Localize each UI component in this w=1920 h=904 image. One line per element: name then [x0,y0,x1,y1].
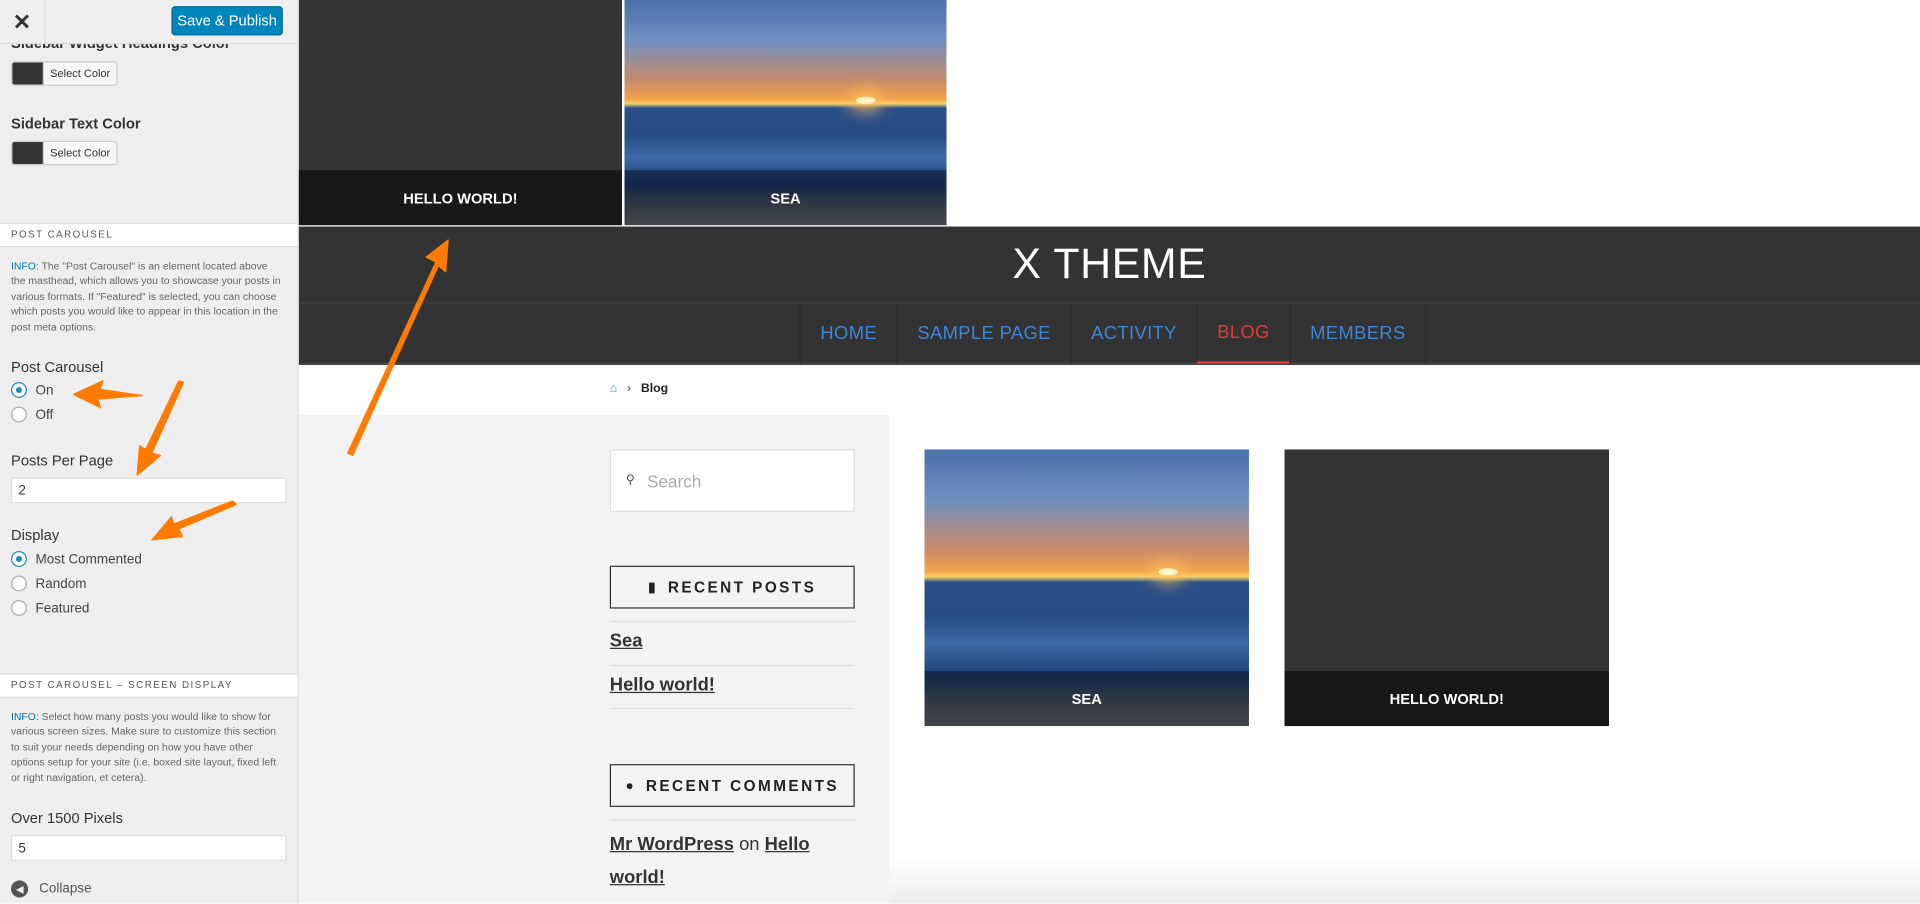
radio-checked-icon [11,382,27,398]
breadcrumb-current: Blog [640,382,669,396]
comments-icon: ● [625,778,637,793]
sun-glow [856,96,876,105]
radio-label: Random [35,576,87,591]
collapse-label: Collapse [39,881,92,897]
search-placeholder: Search [646,470,702,491]
sidebar-text-color-label: Sidebar Text Color [11,115,141,133]
nav-members[interactable]: MEMBERS [1289,303,1427,364]
carousel-item-sea[interactable]: SEA [624,0,947,226]
radio-label: Featured [35,600,90,616]
radio-featured[interactable]: Featured [11,600,89,616]
navbar: HOME SAMPLE PAGE ACTIVITY BLOG MEMBERS [298,302,1920,365]
collapse-button[interactable]: ◀ Collapse [11,880,92,898]
post-card-hello-world[interactable]: HELLO WORLD! [1284,449,1609,727]
recent-post-link-sea[interactable]: Sea [610,631,643,652]
home-icon[interactable]: ⌂ [610,382,617,395]
select-color-label: Select Color [42,142,116,165]
post-card-title: HELLO WORLD! [1284,671,1609,727]
bottom-shadow [888,857,1920,904]
radio-unchecked-icon [11,600,27,616]
radio-carousel-on[interactable]: On [11,382,53,398]
divider [609,664,855,667]
info-text: The "Post Carousel" is an element locate… [11,259,281,333]
nav-home[interactable]: HOME [799,303,897,364]
color-swatch [12,62,43,85]
nav-sample-page[interactable]: SAMPLE PAGE [896,303,1071,364]
primary-nav: HOME SAMPLE PAGE ACTIVITY BLOG MEMBERS [799,303,1427,364]
divider [609,707,855,709]
display-label: Display [11,526,60,544]
recent-comments-heading: ● RECENT COMMENTS [609,764,855,807]
info-tag: INFO: [11,259,39,272]
radio-unchecked-icon [11,575,27,592]
search-icon: ⚲ [625,473,635,488]
divider [609,819,855,821]
widget-headings-color-picker[interactable]: Select Color [11,61,118,86]
info-tag: INFO: [11,710,39,723]
sun-glow [1158,568,1178,576]
nav-activity[interactable]: ACTIVITY [1070,303,1196,364]
posts-per-page-input[interactable] [11,477,287,504]
posts-per-page-label: Posts Per Page [11,451,114,469]
post-card-title: SEA [924,671,1249,727]
info-text: Select how many posts you would like to … [11,710,277,784]
post-carousel-info: INFO: The "Post Carousel" is an element … [11,258,283,334]
recent-post-link-hello-world[interactable]: Hello world! [610,675,715,696]
site-preview: HELLO WORLD! SEA X THEME HOME SAMPLE PAG… [298,0,1920,904]
radio-label: Off [35,407,54,422]
customizer-sidebar: ✕ Save & Publish Sidebar Widget Headings… [0,0,299,904]
nav-blog[interactable]: BLOG [1196,303,1290,364]
carousel-item-title: SEA [624,170,947,226]
search-field[interactable]: ⚲ Search [609,449,855,512]
site-title[interactable]: X THEME [1012,240,1206,289]
radio-random[interactable]: Random [11,575,87,592]
screen: ✕ Save & Publish Sidebar Widget Headings… [0,0,1920,904]
carousel-item-title: HELLO WORLD! [298,170,623,226]
save-publish-button[interactable]: Save & Publish [171,6,283,36]
post-carousel-section-header[interactable]: POST CAROUSEL [0,222,298,248]
color-swatch [12,142,43,165]
radio-label: Most Commented [35,551,142,567]
over-1500-input[interactable] [11,835,287,861]
comment-author-link[interactable]: Mr WordPress [610,834,734,855]
recent-comments-title: RECENT COMMENTS [645,776,840,795]
customizer-header: ✕ Save & Publish [0,0,298,45]
book-icon: ▮ [648,580,659,596]
screen-display-info: INFO: Select how many posts you would li… [11,709,283,785]
over-1500-label: Over 1500 Pixels [11,809,123,827]
divider [609,620,855,623]
close-icon[interactable]: ✕ [0,0,46,45]
radio-unchecked-icon [11,406,27,423]
radio-most-commented[interactable]: Most Commented [11,551,142,567]
recent-comment-item: Mr WordPress on Hello world! [610,828,855,894]
collapse-arrow-icon: ◀ [11,880,29,898]
recent-posts-heading: ▮ RECENT POSTS [609,565,855,609]
radio-carousel-off[interactable]: Off [11,406,54,423]
masthead: X THEME [298,226,1920,303]
sidebar-text-color-picker[interactable]: Select Color [11,140,118,166]
recent-posts-title: RECENT POSTS [667,578,817,596]
breadcrumb: ⌂ › Blog [610,382,668,395]
chevron-right-icon: › [627,382,632,396]
post-card-sea[interactable]: SEA [924,449,1249,727]
radio-label: On [35,382,54,398]
select-color-label: Select Color [42,62,116,85]
post-carousel-label: Post Carousel [11,358,104,376]
comment-on-text: on [733,833,765,855]
screen-display-section-header[interactable]: POST CAROUSEL – SCREEN DISPLAY [0,673,298,698]
radio-checked-icon [11,551,27,567]
carousel-item-hello-world[interactable]: HELLO WORLD! [298,0,623,226]
